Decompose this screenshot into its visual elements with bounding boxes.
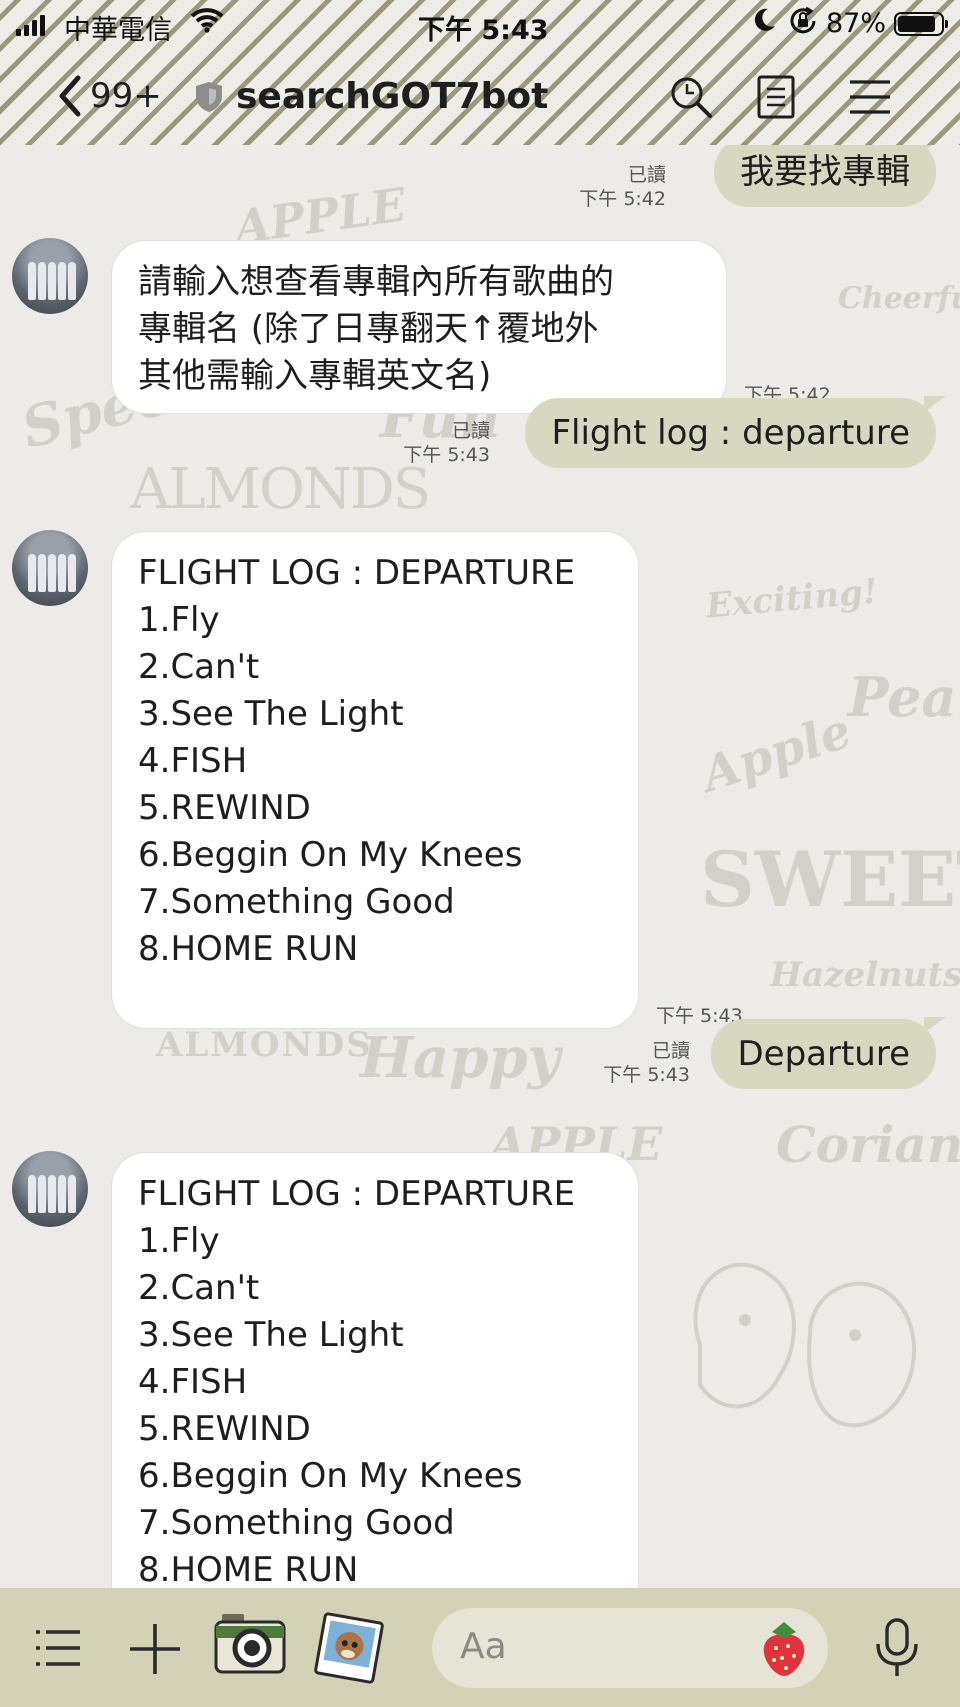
menu-icon[interactable] <box>848 74 892 124</box>
message-line: 2.Can't <box>138 647 260 687</box>
camera-icon[interactable] <box>214 1612 286 1682</box>
wallpaper-word: Exciting! <box>704 571 880 627</box>
chat-header: 中華電信 下午 5:43 87% 99+ searchGOT7bot <box>0 0 960 145</box>
shield-icon <box>194 80 224 118</box>
search-icon[interactable] <box>668 74 714 124</box>
moon-icon <box>752 6 778 41</box>
wallpaper-word: Happy <box>360 1025 561 1091</box>
message-line: 6.Beggin On My Knees <box>138 835 523 875</box>
read-receipt: 已讀 <box>627 164 666 186</box>
back-button[interactable]: 99+ <box>56 74 162 118</box>
message-line: 3.See The Light <box>138 1315 404 1355</box>
message-line: 4.FISH <box>138 1362 248 1402</box>
outgoing-message[interactable]: Flight log : departure <box>525 396 946 468</box>
message-line: 5.REWIND <box>138 788 311 828</box>
message-line: 4.FISH <box>138 741 248 781</box>
plus-icon[interactable] <box>128 1622 182 1680</box>
back-chevron-icon <box>59 75 81 117</box>
read-receipt: 已讀 <box>651 1040 690 1062</box>
bot-avatar[interactable] <box>12 530 88 606</box>
wallpaper-word: Coriander <box>776 1115 960 1174</box>
bot-avatar[interactable] <box>12 238 88 314</box>
wallpaper-word: ALMONDS <box>156 1025 373 1065</box>
outgoing-message[interactable]: 我要找專輯 <box>714 145 946 207</box>
message-line: 2.Can't <box>138 1268 260 1308</box>
outgoing-message[interactable]: Departure <box>711 1017 946 1089</box>
message-line: 3.See The Light <box>138 694 404 734</box>
message-line: 專輯名 (除了日專翻天↑覆地外 <box>138 309 599 349</box>
nav-bar: 99+ searchGOT7bot <box>0 60 960 135</box>
notes-icon[interactable] <box>756 74 796 124</box>
bot-avatar[interactable] <box>12 1151 88 1227</box>
chat-title[interactable]: searchGOT7bot <box>236 76 548 117</box>
message-meta: 已讀 下午 5:43 <box>403 419 490 467</box>
message-line: FLIGHT LOG : DEPARTURE <box>138 553 576 593</box>
battery-icon <box>894 12 948 36</box>
wallpaper-word: ALMONDS <box>130 457 431 522</box>
incoming-message[interactable]: FLIGHT LOG : DEPARTURE 1.Fly 2.Can't 3.S… <box>112 532 638 1028</box>
unread-count: 99+ <box>90 76 162 116</box>
message-line: 8.HOME RUN <box>138 929 359 969</box>
wallpaper-word: SWEET <box>700 835 960 924</box>
chat-area[interactable]: APPLE Special ALMONDS Exciting! Pear App… <box>0 145 960 1588</box>
battery-percent: 87% <box>826 8 887 39</box>
wallpaper-word: Pear <box>848 665 960 729</box>
rotation-lock-icon <box>788 6 818 43</box>
wallpaper-word: Apple <box>695 702 859 804</box>
wifi-icon <box>190 6 224 41</box>
message-line: FLIGHT LOG : DEPARTURE <box>138 1174 576 1214</box>
read-receipt: 已讀 <box>451 420 490 442</box>
message-input-placeholder: Aa <box>460 1626 507 1667</box>
message-line: 6.Beggin On My Knees <box>138 1456 523 1496</box>
status-bar: 中華電信 下午 5:43 87% <box>0 0 960 48</box>
message-line: 其他需輸入專輯英文名) <box>138 356 492 396</box>
signal-icon <box>16 14 45 36</box>
message-line: 1.Fly <box>138 1221 220 1261</box>
incoming-message[interactable]: FLIGHT LOG : DEPARTURE 1.Fly 2.Can't 3.S… <box>112 1153 638 1588</box>
list-icon[interactable] <box>34 1626 82 1674</box>
squirrel-decoration <box>693 1262 916 1428</box>
wallpaper-word: Hazelnuts <box>770 955 960 995</box>
microphone-icon[interactable] <box>874 1618 920 1682</box>
input-bar: Aa <box>0 1588 960 1707</box>
message-time: 下午 5:43 <box>403 444 490 466</box>
message-line: 請輸入想查看專輯內所有歌曲的 <box>138 262 614 302</box>
message-time: 下午 5:42 <box>579 188 666 210</box>
wallpaper-word: Cheerful <box>838 281 960 316</box>
message-meta: 已讀 下午 5:42 <box>579 163 666 211</box>
photo-icon[interactable] <box>314 1612 384 1688</box>
message-line: 5.REWIND <box>138 1409 311 1449</box>
message-line: 8.HOME RUN <box>138 1550 359 1588</box>
message-line: 7.Something Good <box>138 882 455 922</box>
message-input[interactable]: Aa <box>432 1608 828 1688</box>
carrier-name: 中華電信 <box>64 15 172 46</box>
message-line: 7.Something Good <box>138 1503 455 1543</box>
message-time: 下午 5:43 <box>603 1064 690 1086</box>
status-time: 下午 5:43 <box>418 15 549 46</box>
incoming-message[interactable]: 請輸入想查看專輯內所有歌曲的 專輯名 (除了日專翻天↑覆地外 其他需輸入專輯英文… <box>112 241 726 413</box>
message-line: 1.Fly <box>138 600 220 640</box>
message-meta: 已讀 下午 5:43 <box>603 1039 690 1087</box>
strawberry-sticker-icon[interactable] <box>758 1618 810 1682</box>
